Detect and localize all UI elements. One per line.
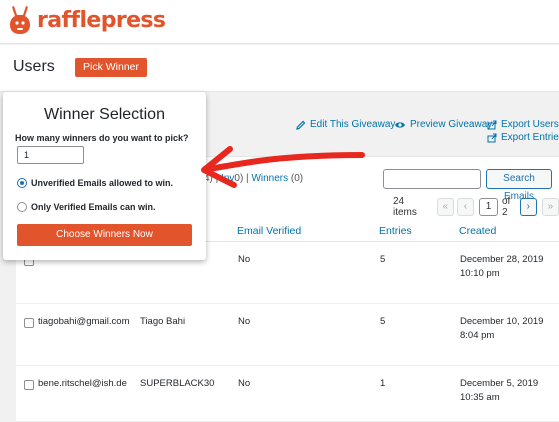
row-checkbox[interactable] [24,380,34,390]
rabbit-logo-icon [8,4,32,36]
current-page-input[interactable]: 1 [478,198,498,216]
verified-option[interactable]: Only Verified Emails can win. [17,202,156,212]
top-bar: rafflepress [0,0,559,44]
total-pages: of 2 [501,196,511,218]
column-email-verified[interactable]: Email Verified [237,225,301,237]
winner-count-input[interactable]: 1 [17,146,84,164]
row-name: Tiago Bahi [140,316,186,327]
pencil-icon [296,120,306,130]
search-emails-button[interactable]: Search Emails [486,169,552,202]
export-users-link[interactable]: Export Users [487,119,559,130]
prev-page-button[interactable]: ‹ [456,198,474,216]
winner-count-label: How many winners do you want to pick? [15,133,189,143]
row-created-time: 10:35 am [460,392,500,403]
pagination: 24 items « ‹ 1 of 2 › » [393,196,559,218]
verified-option-label: Only Verified Emails can win. [31,202,156,212]
eye-icon [395,121,405,128]
row-created-date: December 5, 2019 [460,378,539,389]
export-entries-label: Export Entries [501,132,559,143]
popup-title: Winner Selection [44,106,165,123]
items-count: 24 items [393,196,417,218]
row-created-date: December 10, 2019 [460,316,544,327]
page-header: Users Pick Winner [0,45,559,92]
column-created[interactable]: Created [459,225,496,237]
export-icon [487,133,497,142]
table-row: bene.ritschel@ish.de SUPERBLACK30 No 1 D… [16,367,559,422]
verified-radio[interactable] [17,202,27,212]
preview-giveaway-label: Preview Giveaway [410,119,493,130]
unverified-option-label: Unverified Emails allowed to win. [31,178,174,188]
next-page-button[interactable]: › [519,198,537,216]
first-page-button[interactable]: « [436,198,454,216]
row-entries: 5 [380,316,386,327]
export-icon [487,120,497,129]
edit-giveaway-label: Edit This Giveaway [310,119,396,130]
row-email: bene.ritschel@ish.de [38,378,127,389]
page-title: Users [13,58,55,75]
unverified-radio[interactable] [17,178,27,188]
brand-name: rafflepress [37,7,166,33]
row-entries: 1 [380,378,386,389]
row-created-date: December 28, 2019 [460,254,544,265]
row-created: December 5, 2019 10:35 am [460,377,538,405]
row-created-time: 10:10 pm [460,268,500,279]
export-entries-link[interactable]: Export Entries [487,132,559,143]
row-verified: No [238,378,251,389]
row-created: December 10, 2019 8:04 pm [460,315,543,343]
search-emails-input[interactable] [383,169,481,189]
last-page-button[interactable]: » [541,198,559,216]
pick-winner-button[interactable]: Pick Winner [75,58,148,77]
table-row: tiagobahi@gmail.com Tiago Bahi No 5 Dece… [16,305,559,366]
row-entries: 5 [380,254,386,265]
row-name: SUPERBLACK30 [140,378,215,389]
winner-selection-popup: Winner Selection How many winners do you… [3,92,206,260]
row-created-time: 8:04 pm [460,330,495,341]
row-verified: No [238,316,251,327]
row-email: tiagobahi@gmail.com [38,316,130,327]
rafflepress-logo[interactable]: rafflepress [8,4,166,36]
row-created: December 28, 2019 10:10 pm [460,253,543,281]
column-entries[interactable]: Entries [379,225,412,237]
row-checkbox[interactable] [24,318,34,328]
unverified-option[interactable]: Unverified Emails allowed to win. [17,178,173,188]
row-verified: No [238,254,251,265]
export-users-label: Export Users [501,119,559,130]
edit-giveaway-link[interactable]: Edit This Giveaway [296,119,395,130]
choose-winners-button[interactable]: Choose Winners Now [17,224,192,246]
preview-giveaway-link[interactable]: Preview Giveaway [394,119,492,130]
annotation-arrow [201,146,365,188]
